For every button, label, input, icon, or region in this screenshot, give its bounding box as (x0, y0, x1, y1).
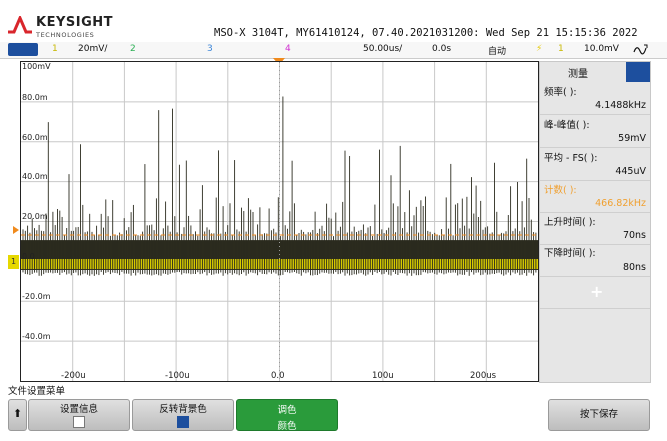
delay[interactable]: 0.0s (432, 44, 451, 54)
measure-panel: 测量 频率( ): 4.1488kHz 峰-峰值( ): 59mV 平均 - F… (539, 61, 651, 383)
y-label-0: 0.0 (22, 252, 35, 261)
measure-separator (540, 180, 650, 181)
measure-label-average: 平均 - FS( ): (544, 153, 598, 164)
keysight-logo: KEYSIGHT TECHNOLOGIES (8, 14, 118, 44)
measure-value-fall: 80ns (622, 262, 646, 273)
waveform-display[interactable]: 100mV 80.0m 60.0m 40.0m 20.0m 0.0 -20.0m… (20, 61, 539, 382)
trigger-mode[interactable]: 自动 (488, 44, 506, 57)
palette-label-line1: 调色 (277, 405, 297, 416)
instrument-info: MSO-X 3104T, MY61410124, 07.40.202103120… (214, 27, 638, 39)
ch1-scale[interactable]: 20mV/ (78, 44, 107, 54)
measure-title: 测量 (568, 69, 588, 80)
palette-label-line2: 颜色 (277, 421, 297, 432)
acquire-mode-icon[interactable] (633, 43, 649, 56)
measure-value-rise: 70ns (622, 230, 646, 241)
trigger-level[interactable]: 10.0mV (584, 44, 619, 54)
x-label-100: 100u (372, 371, 394, 381)
trigger-level-icon (13, 226, 19, 234)
y-label-80: 80.0m (22, 93, 48, 102)
palette-button[interactable]: 调色 颜色 (236, 399, 338, 432)
settings-info-button[interactable]: 设置信息 (28, 399, 130, 431)
y-label-neg20: -20.0m (22, 292, 51, 301)
x-label-0: 0.0 (271, 371, 285, 381)
y-label-neg40: -40.0m (22, 332, 51, 341)
invert-background-checkbox[interactable] (177, 416, 189, 428)
brand-name: KEYSIGHT (36, 15, 113, 30)
run-badge[interactable] (8, 43, 38, 56)
measure-value-frequency: 4.1488kHz (595, 100, 646, 111)
menu-up-button[interactable]: ⬆ (8, 399, 27, 431)
measure-label-rise: 上升时间( ): (544, 217, 596, 228)
measure-label-pkpk: 峰-峰值( ): (544, 120, 590, 131)
ch4-number[interactable]: 4 (285, 44, 291, 54)
channel-bar: 1 20mV/ 2 3 4 50.00us/ 0.0s 自动 ⚡ 1 10.0m… (0, 42, 667, 59)
settings-info-label: 设置信息 (59, 404, 98, 415)
keysight-wave-icon (8, 16, 32, 34)
settings-info-checkbox[interactable] (73, 416, 85, 428)
measure-separator (540, 147, 650, 148)
menu-title: 文件设置菜单 (8, 386, 66, 397)
y-label-60: 60.0m (22, 133, 48, 142)
measure-separator (540, 212, 650, 213)
x-label-neg100: -100u (165, 371, 190, 381)
y-label-20: 20.0m (22, 212, 48, 221)
up-arrow-icon: ⬆ (12, 407, 23, 420)
x-label-200: 200us (470, 371, 497, 381)
y-label-40: 40.0m (22, 172, 48, 181)
press-to-save-button[interactable]: 按下保存 (548, 399, 650, 431)
x-label-neg200: -200u (61, 371, 86, 381)
measure-value-count: 466.82kHz (595, 198, 646, 209)
ch2-number[interactable]: 2 (130, 44, 136, 54)
add-measure-icon[interactable]: + (590, 282, 603, 301)
ch3-number[interactable]: 3 (207, 44, 213, 54)
trigger-source[interactable]: 1 (558, 44, 564, 54)
measure-label-count: 计数( ): (544, 185, 577, 196)
measure-label-fall: 下降时间( ): (544, 248, 596, 259)
invert-background-label: 反转背景色 (159, 404, 207, 415)
measure-value-average: 445uV (615, 166, 646, 177)
ch1-number[interactable]: 1 (52, 44, 58, 54)
measure-label-frequency: 频率( ): (544, 87, 577, 98)
measure-value-pkpk: 59mV (618, 133, 646, 144)
measure-separator (540, 114, 650, 115)
measure-toggle-button[interactable] (626, 62, 650, 82)
measure-separator (540, 308, 650, 309)
invert-background-button[interactable]: 反转背景色 (132, 399, 234, 431)
waveform-grid (21, 62, 538, 381)
brand-sub: TECHNOLOGIES (36, 31, 95, 39)
press-to-save-label: 按下保存 (579, 409, 618, 420)
ch1-ground-marker[interactable]: 1 (8, 255, 19, 269)
timebase[interactable]: 50.00us/ (363, 44, 402, 54)
measure-separator (540, 276, 650, 277)
y-label-100: 100mV (22, 62, 51, 71)
trigger-edge-icon: ⚡ (536, 44, 543, 54)
